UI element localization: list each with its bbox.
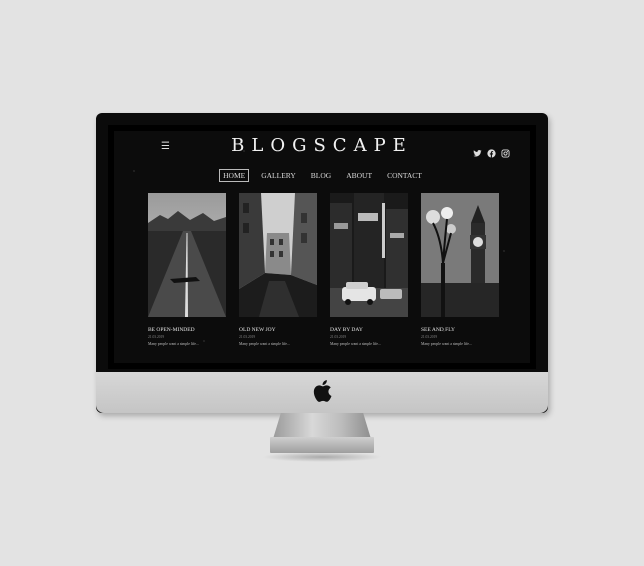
post-excerpt: Many people want a simple life... [239, 342, 290, 346]
nav-contact[interactable]: CONTACT [384, 169, 425, 182]
main-nav: HOME GALLERY BLOG ABOUT CONTACT [114, 169, 530, 182]
post-date: 21.03.2019 [421, 335, 438, 339]
post-date: 21.03.2019 [148, 335, 165, 339]
imac-monitor: ☰ BLOGSCAPE HOME GALLERY BLOG ABOUT CONT… [96, 113, 548, 413]
post-title[interactable]: BE OPEN-MINDED [148, 327, 226, 333]
facebook-icon[interactable] [487, 143, 496, 158]
post-image-big-ben[interactable] [421, 193, 499, 317]
nav-about[interactable]: ABOUT [343, 169, 375, 182]
post-excerpt: Many people want a simple life... [148, 342, 199, 346]
social-links [473, 143, 510, 158]
twitter-icon[interactable] [473, 143, 482, 157]
monitor-chin [96, 372, 548, 413]
monitor-stand-base [270, 437, 374, 453]
post-card[interactable]: BE OPEN-MINDED 21.03.2019 Many people wa… [148, 193, 226, 346]
post-image-road[interactable] [148, 193, 226, 317]
post-date: 21.03.2019 [239, 335, 256, 339]
apple-logo-icon [313, 380, 332, 402]
post-title[interactable]: OLD NEW JOY [239, 327, 317, 333]
post-image-city[interactable] [330, 193, 408, 317]
site-brand[interactable]: BLOGSCAPE [114, 135, 530, 156]
post-excerpt: Many people want a simple life... [330, 342, 381, 346]
post-title[interactable]: SEE AND FLY [421, 327, 499, 333]
monitor-stand-neck [273, 413, 371, 439]
screen: ☰ BLOGSCAPE HOME GALLERY BLOG ABOUT CONT… [108, 125, 536, 369]
nav-blog[interactable]: BLOG [308, 169, 334, 182]
post-card[interactable]: OLD NEW JOY 21.03.2019 Many people want … [239, 193, 317, 346]
stand-shadow [262, 452, 382, 462]
post-grid: BE OPEN-MINDED 21.03.2019 Many people wa… [148, 193, 499, 346]
post-image-canal[interactable] [239, 193, 317, 317]
blog-website: ☰ BLOGSCAPE HOME GALLERY BLOG ABOUT CONT… [114, 131, 530, 363]
post-excerpt: Many people want a simple life... [421, 342, 472, 346]
post-date: 21.03.2019 [330, 335, 347, 339]
nav-home[interactable]: HOME [219, 169, 250, 182]
post-card[interactable]: SEE AND FLY 21.03.2019 Many people want … [421, 193, 499, 346]
post-title[interactable]: DAY BY DAY [330, 327, 408, 333]
post-card[interactable]: DAY BY DAY 21.03.2019 Many people want a… [330, 193, 408, 346]
nav-gallery[interactable]: GALLERY [258, 169, 299, 182]
instagram-icon[interactable] [501, 143, 510, 158]
